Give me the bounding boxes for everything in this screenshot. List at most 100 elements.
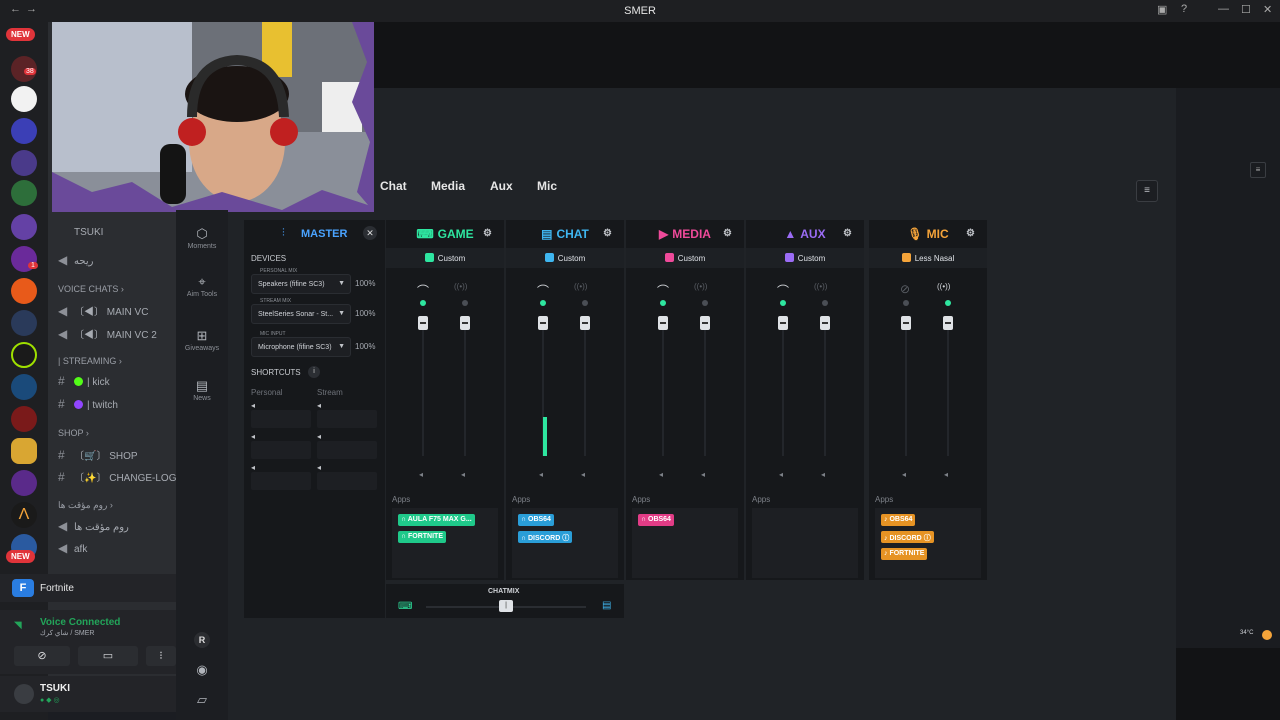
close-icon[interactable]: ✕: [363, 226, 377, 240]
volume-handle[interactable]: [901, 316, 911, 330]
server-icon[interactable]: [11, 374, 37, 400]
volume-handle[interactable]: [943, 316, 953, 330]
inbox-icon[interactable]: ▣: [1157, 3, 1167, 16]
channel-main-vc-2[interactable]: ◀ 〔◀〕 MAIN VC 2: [58, 326, 157, 341]
app-chip[interactable]: ∩ OBS64: [638, 514, 674, 526]
shortcut-input[interactable]: [251, 472, 311, 490]
channel-shop[interactable]: # 〔🛒〕 SHOP: [58, 447, 138, 462]
category-streaming[interactable]: | STREAMING ›: [58, 356, 122, 366]
server-icon[interactable]: [11, 470, 37, 496]
preset-selector[interactable]: Custom: [386, 248, 504, 268]
broadcast-off-icon[interactable]: ((•)): [454, 282, 467, 291]
volume-track[interactable]: [947, 316, 949, 456]
maximize-icon[interactable]: ☐: [1241, 3, 1251, 16]
chatmix-thumb[interactable]: |: [499, 600, 513, 612]
personal-volume[interactable]: 100%: [355, 279, 375, 288]
app-chip[interactable]: ♪ FORTNITE: [881, 548, 928, 560]
volume-track[interactable]: [905, 316, 907, 456]
volume-handle[interactable]: [658, 316, 668, 330]
nav-discord[interactable]: ◉: [176, 662, 228, 679]
avatar[interactable]: [14, 684, 34, 704]
volume-handle[interactable]: [820, 316, 830, 330]
stream-volume[interactable]: 100%: [355, 309, 375, 318]
camera-off-button[interactable]: ⊘: [14, 646, 70, 666]
server-icon[interactable]: [11, 438, 37, 464]
speaker-icon[interactable]: ◂: [659, 470, 663, 479]
server-icon[interactable]: [11, 310, 37, 336]
app-chip[interactable]: ♪ OBS64: [881, 514, 916, 526]
speaker-icon[interactable]: ◂: [419, 470, 423, 479]
nav-moments[interactable]: ⬡ Moments: [176, 226, 228, 250]
app-chip[interactable]: ♪ DISCORD ⓘ: [881, 531, 934, 543]
volume-handle[interactable]: [778, 316, 788, 330]
speaker-icon[interactable]: ◂: [779, 470, 783, 479]
headphones-icon[interactable]: ⌒: [777, 282, 789, 299]
minimize-icon[interactable]: —: [1218, 3, 1229, 15]
category-temp[interactable]: روم مؤقت ها ›: [58, 500, 113, 511]
tab-chat[interactable]: Chat: [380, 179, 407, 193]
server-icon[interactable]: [11, 150, 37, 176]
volume-handle[interactable]: [538, 316, 548, 330]
broadcast-icon[interactable]: ((•)): [937, 282, 950, 291]
secondary-menu-button[interactable]: ≡: [1250, 162, 1266, 178]
preset-selector[interactable]: Custom: [506, 248, 624, 268]
stream-device-select[interactable]: SteelSeries Sonar - St... ▼: [251, 304, 351, 324]
speaker-icon[interactable]: ◂: [902, 470, 906, 479]
gear-icon[interactable]: ⚙: [966, 228, 975, 239]
category-voice-chats[interactable]: VOICE CHATS ›: [58, 284, 124, 294]
shortcut-input[interactable]: [317, 441, 377, 459]
menu-button[interactable]: ≡: [1136, 180, 1158, 202]
voice-member[interactable]: TSUKI: [74, 227, 103, 238]
server-icon[interactable]: [11, 180, 37, 206]
volume-track[interactable]: [422, 316, 424, 456]
tab-media[interactable]: Media: [431, 179, 465, 193]
gear-icon[interactable]: ⚙: [723, 228, 732, 239]
info-icon[interactable]: ⓘ: [924, 535, 931, 542]
shortcut-input[interactable]: [317, 410, 377, 428]
headphones-icon[interactable]: ⌒: [417, 282, 429, 299]
volume-handle[interactable]: [418, 316, 428, 330]
info-icon[interactable]: ⓘ: [562, 535, 569, 542]
nav-aim-tools[interactable]: ⌖ Aim Tools: [176, 274, 228, 298]
shortcut-input[interactable]: [317, 472, 377, 490]
channel-rtl[interactable]: ◀ ريحه: [58, 253, 93, 267]
app-chip[interactable]: ∩ DISCORD ⓘ: [518, 531, 573, 543]
category-shop[interactable]: SHOP ›: [58, 428, 89, 438]
speaker-icon[interactable]: ◂: [581, 470, 585, 479]
server-icon[interactable]: [11, 342, 37, 368]
channel-change-log[interactable]: # 〔✨〕 CHANGE-LOG: [58, 469, 176, 484]
app-chip[interactable]: ∩ OBS64: [518, 514, 554, 526]
gear-icon[interactable]: ⚙: [603, 228, 612, 239]
headphones-icon[interactable]: ⌒: [537, 282, 549, 299]
volume-track[interactable]: [464, 316, 466, 456]
personal-device-select[interactable]: Speakers (fifine SC3) ▼: [251, 274, 351, 294]
nav-news[interactable]: ▤ News: [176, 378, 228, 402]
speaker-icon[interactable]: ◂: [539, 470, 543, 479]
mic-volume[interactable]: 100%: [355, 342, 375, 351]
mic-device-select[interactable]: Microphone (fifine SC3) ▼: [251, 337, 351, 357]
app-chip[interactable]: ∩ FORTNITE: [398, 531, 446, 543]
channel-kick[interactable]: # | kick: [58, 374, 110, 388]
channel-main-vc[interactable]: ◀ 〔◀〕 MAIN VC: [58, 303, 148, 318]
channel-afk[interactable]: ◀ afk: [58, 541, 87, 555]
screen-share-button[interactable]: ▭: [78, 646, 138, 666]
volume-track[interactable]: [662, 316, 664, 456]
server-icon[interactable]: Λ: [11, 502, 37, 528]
shortcut-input[interactable]: [251, 410, 311, 428]
channel-temp[interactable]: ◀ روم مؤقت ها: [58, 519, 129, 533]
tab-mic[interactable]: Mic: [537, 179, 557, 193]
shortcut-input[interactable]: [251, 441, 311, 459]
broadcast-off-icon[interactable]: ((•)): [694, 282, 707, 291]
volume-track[interactable]: [782, 316, 784, 456]
preset-selector[interactable]: Custom: [746, 248, 864, 268]
broadcast-off-icon[interactable]: ((•)): [814, 282, 827, 291]
server-icon[interactable]: [11, 118, 37, 144]
speaker-icon[interactable]: ◂: [944, 470, 948, 479]
twitch-server-icon[interactable]: [11, 214, 37, 240]
channel-twitch[interactable]: # | twitch: [58, 397, 118, 411]
volume-handle[interactable]: [700, 316, 710, 330]
volume-track[interactable]: [824, 316, 826, 456]
preset-selector[interactable]: Custom: [626, 248, 744, 268]
speaker-icon[interactable]: ◂: [821, 470, 825, 479]
server-icon[interactable]: [11, 406, 37, 432]
